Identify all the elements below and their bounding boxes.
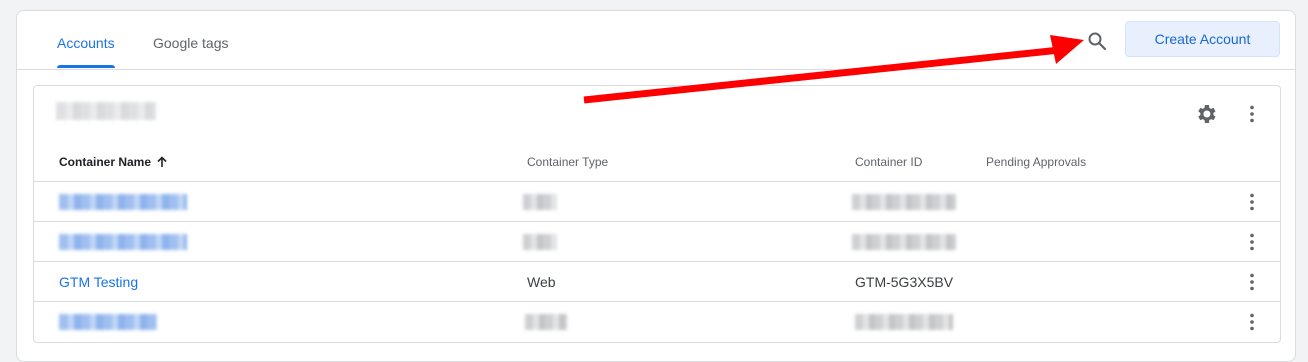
container-id-redacted — [852, 234, 956, 250]
container-type-redacted — [523, 234, 557, 250]
column-header-label: Container Name — [59, 155, 152, 169]
account-card: Container Name Container Type Container … — [33, 85, 1281, 343]
more-vert-icon[interactable] — [1240, 310, 1264, 334]
arrow-up-icon — [157, 156, 167, 167]
active-tab-indicator — [57, 65, 115, 68]
column-header-container-name[interactable]: Container Name — [59, 155, 168, 169]
container-name-redacted[interactable] — [59, 314, 157, 330]
column-header-pending-approvals[interactable]: Pending Approvals — [986, 155, 1086, 169]
table-row[interactable]: GTM Testing Web GTM-5G3X5BV — [34, 261, 1280, 301]
column-header-container-type[interactable]: Container Type — [527, 155, 608, 169]
create-account-button[interactable]: Create Account — [1125, 21, 1280, 57]
container-id-redacted — [852, 194, 956, 210]
more-vert-icon[interactable] — [1240, 102, 1264, 126]
container-id-redacted — [855, 314, 953, 330]
container-type-redacted — [525, 314, 567, 330]
more-vert-icon[interactable] — [1240, 190, 1264, 214]
container-type: Web — [527, 274, 556, 290]
account-name-redacted — [56, 102, 156, 120]
container-name-redacted[interactable] — [59, 234, 187, 250]
search-icon[interactable] — [1085, 29, 1109, 53]
table-row[interactable] — [34, 301, 1280, 341]
gear-icon[interactable] — [1194, 102, 1218, 126]
table-row[interactable] — [34, 221, 1280, 261]
column-header-container-id[interactable]: Container ID — [855, 155, 922, 169]
more-vert-icon[interactable] — [1240, 230, 1264, 254]
tab-accounts[interactable]: Accounts — [57, 35, 115, 68]
tab-bar: Accounts Google tags Create Account — [17, 11, 1295, 70]
tab-accounts-label: Accounts — [57, 35, 115, 51]
accounts-panel: Accounts Google tags Create Account Cont… — [16, 10, 1296, 362]
tab-google-tags[interactable]: Google tags — [153, 35, 229, 51]
container-id: GTM-5G3X5BV — [855, 274, 954, 290]
table-row[interactable] — [34, 181, 1280, 221]
tab-google-tags-label: Google tags — [153, 35, 229, 51]
more-vert-icon[interactable] — [1240, 270, 1264, 294]
container-name-redacted[interactable] — [59, 194, 187, 210]
container-name-link[interactable]: GTM Testing — [59, 274, 138, 290]
container-type-redacted — [523, 194, 557, 210]
